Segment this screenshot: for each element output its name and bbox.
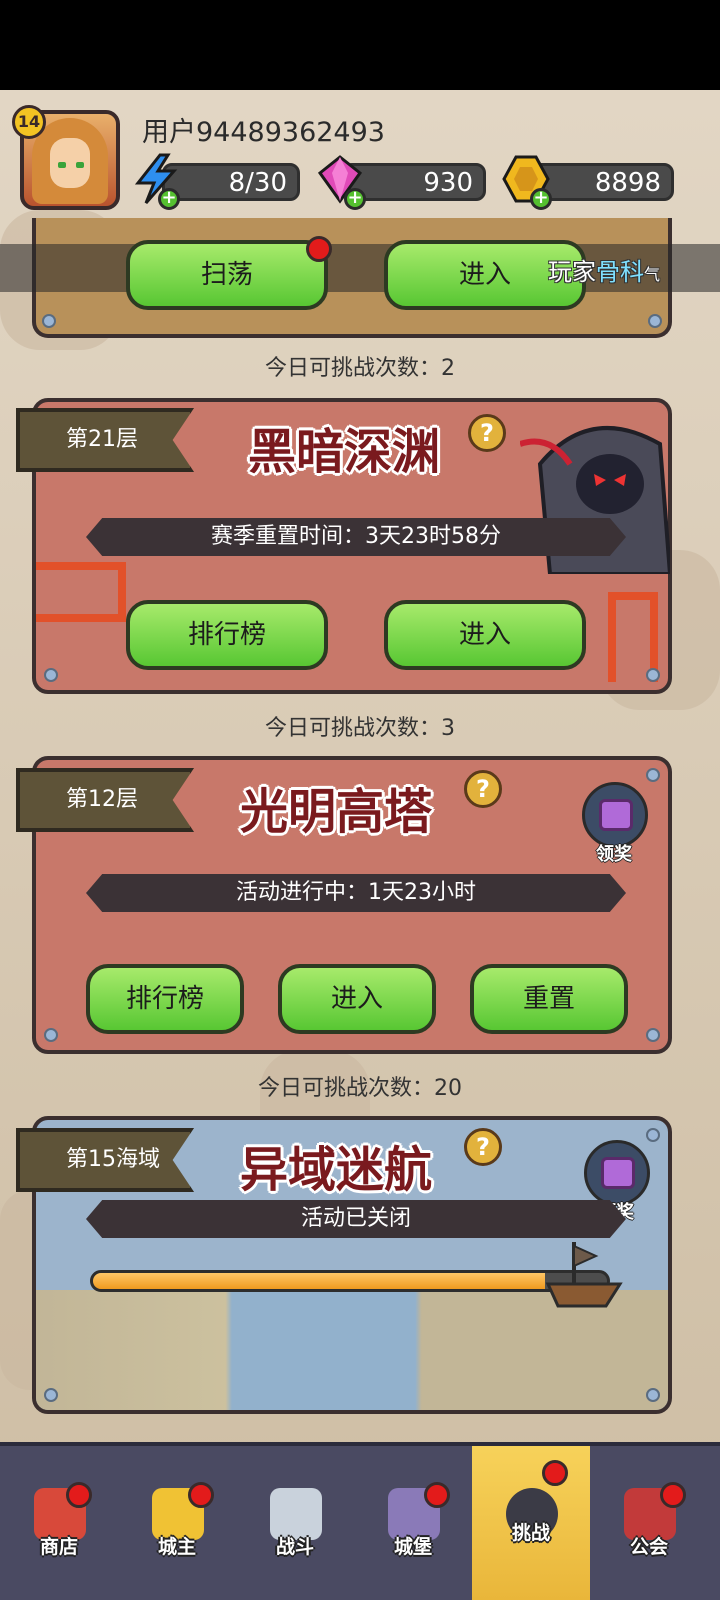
- abyss-challenge-count: 今日可挑战次数：3: [265, 716, 455, 741]
- tower-title: 光明高塔: [240, 784, 433, 840]
- voyage-floor-ribbon: 第15海域: [16, 1128, 194, 1192]
- lord-notification-dot: [188, 1482, 214, 1508]
- add-gems-button[interactable]: +: [344, 188, 366, 210]
- nav-battle[interactable]: 战斗: [236, 1446, 354, 1600]
- voyage-reward-chest-icon[interactable]: [584, 1140, 650, 1206]
- castle-notification-dot: [424, 1482, 450, 1508]
- shop-notification-dot: [66, 1482, 92, 1508]
- voyage-title: 异域迷航: [240, 1142, 433, 1198]
- scrolling-notice: 玩家骨科气: [548, 258, 661, 286]
- sweep-button[interactable]: 扫荡: [126, 240, 328, 310]
- sweep-notification-dot: [306, 236, 332, 262]
- tower-enter-button[interactable]: 进入: [278, 964, 436, 1034]
- ship-icon: [545, 1242, 623, 1308]
- abyss-title: 黑暗深渊: [248, 424, 441, 480]
- bottom-nav: 商店 城主 战斗 城堡 挑战 公会: [0, 1442, 720, 1600]
- nav-guild[interactable]: 公会: [590, 1446, 708, 1600]
- voyage-help-icon[interactable]: ?: [464, 1128, 502, 1166]
- voyage-progress-bar: [90, 1270, 610, 1292]
- nav-lord[interactable]: 城主: [118, 1446, 236, 1600]
- tower-reward-chest-icon[interactable]: [582, 782, 648, 848]
- voyage-info-bar: 活动已关闭: [86, 1200, 626, 1238]
- challenge-notification-dot: [542, 1460, 568, 1486]
- energy-value: 8/30: [228, 168, 287, 198]
- abyss-info-bar: 赛季重置时间：3天23时58分: [86, 518, 626, 556]
- tower-challenge-count: 今日可挑战次数：20: [258, 1076, 462, 1101]
- add-coins-button[interactable]: +: [530, 188, 552, 210]
- coin-value: 8898: [594, 168, 661, 198]
- add-energy-button[interactable]: +: [158, 188, 180, 210]
- abyss-enter-button[interactable]: 进入: [384, 600, 586, 670]
- nav-castle[interactable]: 城堡: [354, 1446, 472, 1600]
- abyss-floor-ribbon: 第21层: [16, 408, 194, 472]
- tower-reset-button[interactable]: 重置: [470, 964, 628, 1034]
- energy-bar: 8/30: [162, 163, 300, 201]
- tower-info-bar: 活动进行中：1天23小时: [86, 874, 626, 912]
- status-bar: [0, 0, 720, 90]
- gem-value: 930: [423, 168, 473, 198]
- abyss-rank-button[interactable]: 排行榜: [126, 600, 328, 670]
- nav-challenge[interactable]: 挑战: [472, 1446, 590, 1600]
- abyss-help-icon[interactable]: ?: [468, 414, 506, 452]
- tower-help-icon[interactable]: ?: [464, 770, 502, 808]
- guild-notification-dot: [660, 1482, 686, 1508]
- top-challenge-count: 今日可挑战次数：2: [265, 356, 455, 381]
- username: 用户94489362493: [142, 117, 385, 148]
- tower-rank-button[interactable]: 排行榜: [86, 964, 244, 1034]
- tower-reward-label: 领奖: [596, 844, 632, 865]
- voyage-progress-fill: [93, 1273, 546, 1289]
- nav-shop[interactable]: 商店: [0, 1446, 118, 1600]
- level-badge: 14: [12, 105, 46, 139]
- tower-floor-ribbon: 第12层: [16, 768, 194, 832]
